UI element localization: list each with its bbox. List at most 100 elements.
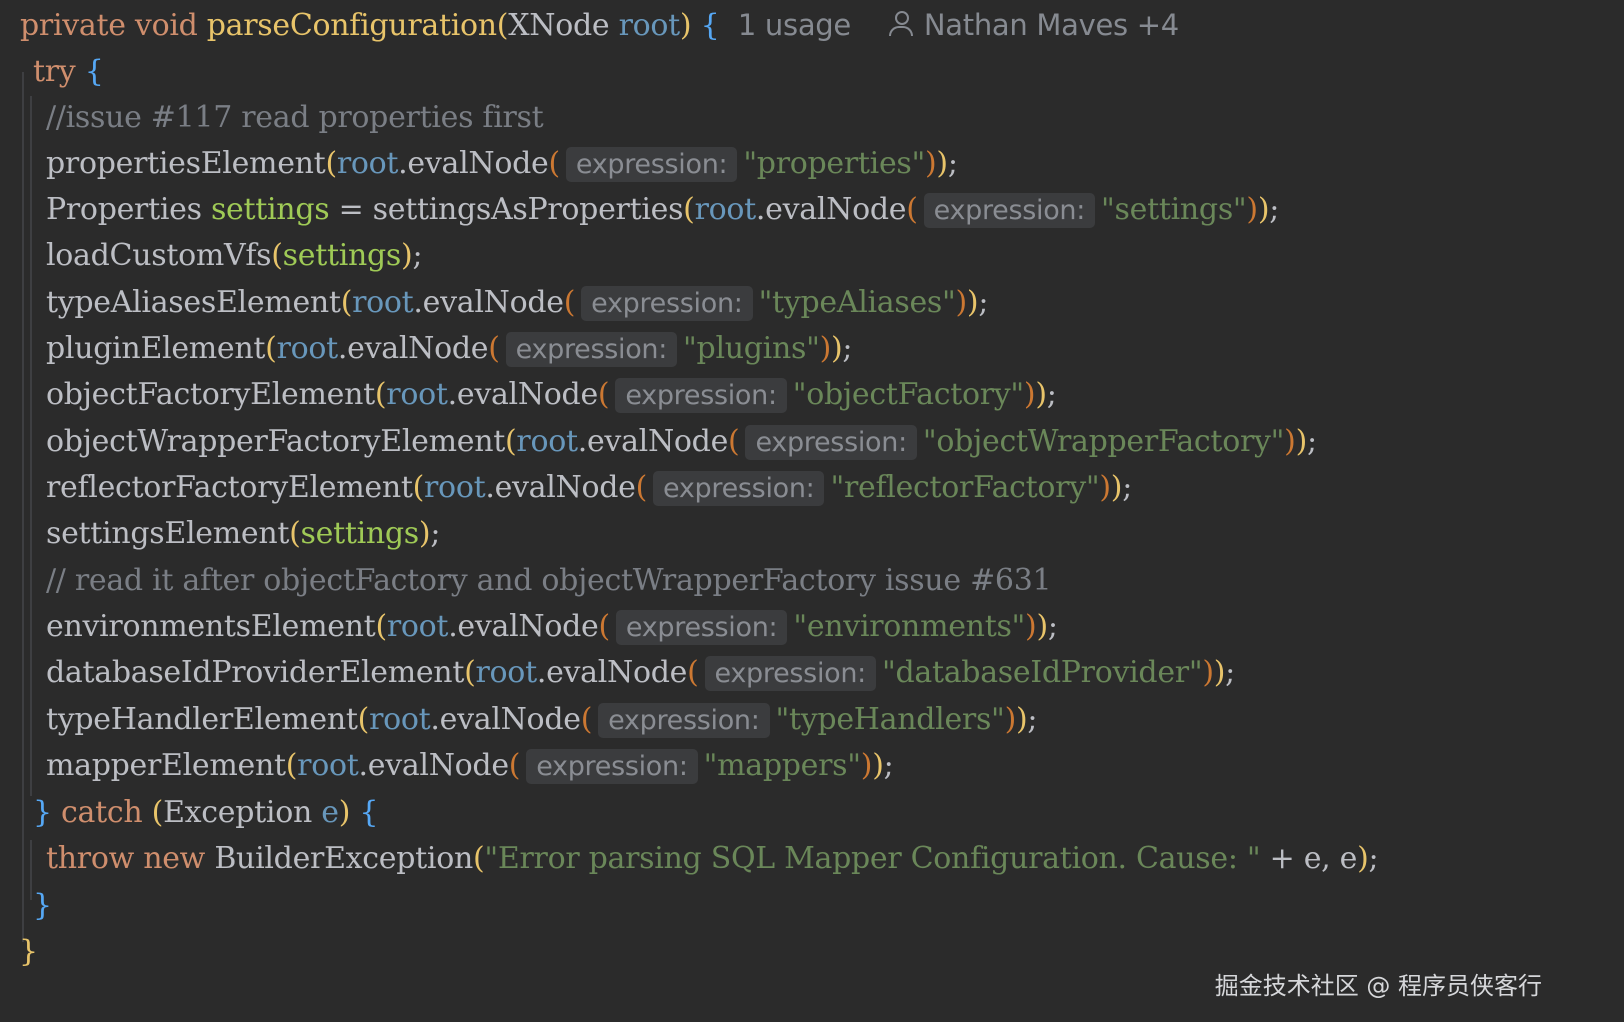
call-name[interactable]: environmentsElement <box>46 609 376 644</box>
error-message: "Error parsing SQL Mapper Configuration.… <box>484 841 1261 876</box>
call-name[interactable]: mapperElement <box>46 748 286 783</box>
code-line-environments[interactable]: environmentsElement(root.evalNode(expres… <box>46 603 1058 651</box>
eval-node[interactable]: .evalNode <box>756 192 907 227</box>
modifiers: private void <box>20 8 198 43</box>
call-name[interactable]: loadCustomVfs <box>46 238 272 273</box>
root-ref: root <box>516 424 578 459</box>
string-arg: "typeHandlers" <box>775 702 1005 737</box>
builder-exception[interactable]: BuilderException <box>214 841 473 876</box>
root-ref: root <box>276 331 339 366</box>
string-arg: "reflectorFactory" <box>830 470 1100 505</box>
concat-expr: + e, e <box>1260 841 1358 876</box>
settings-var: settings <box>300 516 420 551</box>
settings-var: settings <box>210 192 330 227</box>
indent-guide-catch <box>30 840 32 900</box>
eval-node[interactable]: .evalNode <box>338 331 489 366</box>
code-line-load-vfs[interactable]: loadCustomVfs(settings); <box>46 232 423 280</box>
string-arg: "properties" <box>743 146 926 181</box>
eval-node[interactable]: .evalNode <box>359 748 510 783</box>
code-line-plugin[interactable]: pluginElement(root.evalNode(expression: "… <box>46 325 853 373</box>
code-line-settings-element[interactable]: settingsElement(settings); <box>46 510 440 558</box>
close-paren: ) <box>679 8 692 43</box>
settings-var: settings <box>282 238 402 273</box>
string-arg: "plugins" <box>683 331 820 366</box>
param-type[interactable]: XNode <box>508 8 609 43</box>
parameter-hint: expression: <box>653 471 825 506</box>
code-line-mapper[interactable]: mapperElement(root.evalNode(expression: "… <box>46 742 894 790</box>
comment-line[interactable]: //issue #117 read properties first <box>46 94 544 142</box>
eval-node[interactable]: .evalNode <box>448 609 599 644</box>
parameter-hint: expression: <box>598 703 770 738</box>
call-name[interactable]: propertiesElement <box>46 146 326 181</box>
code-line-settings[interactable]: Properties settings = settingsAsProperti… <box>46 186 1279 234</box>
code-line-type-aliases[interactable]: typeAliasesElement(root.evalNode(express… <box>46 279 988 327</box>
method-signature-line[interactable]: private void parseConfiguration(XNode ro… <box>20 1 1179 49</box>
code-line-object-wrapper[interactable]: objectWrapperFactoryElement(root.evalNod… <box>46 418 1317 466</box>
comment: // read it after objectFactory and objec… <box>46 563 1052 598</box>
call-name[interactable]: databaseIdProviderElement <box>46 655 464 690</box>
open-paren: ( <box>496 8 509 43</box>
code-line-type-handler[interactable]: typeHandlerElement(root.evalNode(express… <box>46 696 1037 744</box>
method-name[interactable]: parseConfiguration <box>207 8 497 43</box>
try-line[interactable]: try { <box>33 48 104 96</box>
parameter-hint: expression: <box>505 332 678 367</box>
root-ref: root <box>424 470 486 505</box>
try-keyword: try <box>33 54 76 89</box>
author-hint[interactable]: Nathan Maves +4 <box>888 8 1179 42</box>
catch-line[interactable]: } catch (Exception e) { <box>33 789 378 837</box>
code-line-properties[interactable]: propertiesElement(root.evalNode(expressi… <box>46 140 958 188</box>
call-name[interactable]: objectWrapperFactoryElement <box>46 424 505 459</box>
parameter-hint: expression: <box>615 378 787 413</box>
eval-node[interactable]: .evalNode <box>413 285 564 320</box>
eval-node[interactable]: .evalNode <box>485 470 636 505</box>
type-name[interactable]: Properties <box>46 192 202 227</box>
comment-line[interactable]: // read it after objectFactory and objec… <box>46 557 1052 605</box>
code-line-database-id[interactable]: databaseIdProviderElement(root.evalNode(… <box>46 649 1235 697</box>
author-name: Nathan Maves +4 <box>923 8 1179 42</box>
indent-guide-method <box>22 72 24 942</box>
code-line-reflector[interactable]: reflectorFactoryElement(root.evalNode(ex… <box>46 464 1132 512</box>
root-ref: root <box>352 285 414 320</box>
call-name[interactable]: typeHandlerElement <box>46 702 358 737</box>
usage-hint[interactable]: 1 usage <box>738 8 851 42</box>
eval-node[interactable]: .evalNode <box>430 702 581 737</box>
root-ref: root <box>369 702 431 737</box>
indent-guide-try <box>30 96 32 796</box>
string-arg: "mappers" <box>703 748 861 783</box>
throw-line[interactable]: throw new BuilderException("Error parsin… <box>46 835 1379 883</box>
call-name[interactable]: settingsElement <box>46 516 289 551</box>
code-editor[interactable]: private void parseConfiguration(XNode ro… <box>0 0 1624 1022</box>
param-name: root <box>618 8 681 43</box>
root-ref: root <box>694 192 757 227</box>
exception-type[interactable]: Exception <box>163 795 312 830</box>
root-ref: root <box>336 146 399 181</box>
string-arg: "objectFactory" <box>792 377 1024 412</box>
user-icon <box>888 10 914 38</box>
parameter-hint: expression: <box>615 610 788 645</box>
catch-keyword: catch <box>61 795 143 830</box>
parameter-hint: expression: <box>581 286 753 321</box>
exception-var: e <box>321 795 339 830</box>
call-name[interactable]: typeAliasesElement <box>46 285 341 320</box>
eval-node[interactable]: .evalNode <box>537 655 688 690</box>
try-close-brace: } <box>33 795 52 830</box>
parameter-hint: expression: <box>745 425 917 460</box>
code-line-object-factory[interactable]: objectFactoryElement(root.evalNode(expre… <box>46 371 1057 419</box>
string-arg: "environments" <box>793 609 1026 644</box>
eval-node[interactable]: .evalNode <box>398 146 549 181</box>
close-catch-line[interactable]: } <box>33 882 52 930</box>
root-ref: root <box>297 748 359 783</box>
throw-keyword: throw new <box>46 841 206 876</box>
call-name[interactable]: settingsAsProperties <box>373 192 684 227</box>
try-brace: { <box>84 54 104 89</box>
call-name[interactable]: reflectorFactoryElement <box>46 470 413 505</box>
call-name[interactable]: objectFactoryElement <box>46 377 375 412</box>
watermark: 掘金技术社区 @ 程序员侠客行 <box>1214 972 1542 1000</box>
eval-node[interactable]: .evalNode <box>578 424 729 459</box>
eval-node[interactable]: .evalNode <box>448 377 599 412</box>
parameter-hint: expression: <box>923 193 1096 228</box>
call-name[interactable]: pluginElement <box>46 331 265 366</box>
string-arg: "typeAliases" <box>758 285 956 320</box>
close-method-line[interactable]: } <box>19 928 38 976</box>
root-ref: root <box>386 377 448 412</box>
